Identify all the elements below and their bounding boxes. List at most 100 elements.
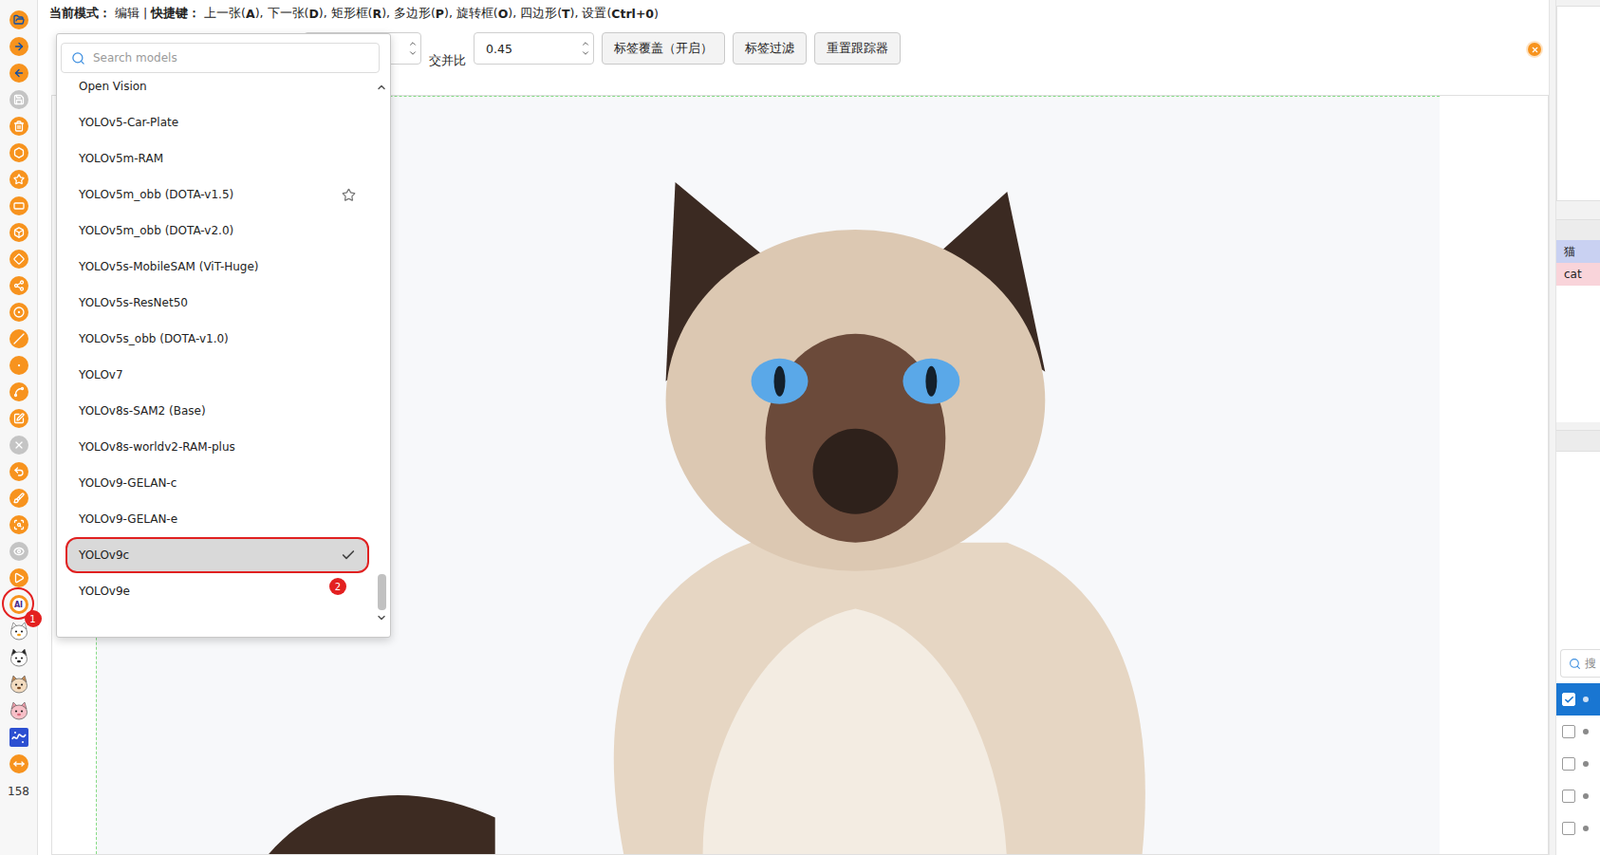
tool-button[interactable] [0,325,38,353]
model-item[interactable]: YOLOv9c2 [65,537,370,574]
model-item[interactable]: YOLOv8s-SAM2 (Base) [65,392,370,429]
label-item[interactable]: cat [1556,262,1600,286]
tool-button[interactable] [0,564,38,592]
spin-down-icon[interactable] [408,48,418,58]
splitter[interactable] [1548,0,1557,855]
tool-round[interactable] [9,302,29,322]
tool-round[interactable] [9,462,29,482]
tool-icon[interactable] [13,93,25,106]
tool-button[interactable] [0,750,38,778]
shape-row[interactable] [1556,780,1600,813]
model-item[interactable]: YOLOv9-GELAN-c [65,465,370,502]
tool-button[interactable] [0,112,38,140]
shape-checkbox[interactable] [1562,692,1576,707]
tool-round[interactable]: AI [9,595,29,614]
cat-icon[interactable] [8,647,30,669]
tool-round[interactable] [9,37,29,56]
option-button[interactable]: 标签过滤 [732,32,807,65]
tool-button[interactable] [0,538,38,565]
tool-button[interactable] [0,86,38,113]
tool-round[interactable] [9,276,29,296]
tool-icon[interactable] [13,492,25,504]
tool-round[interactable] [9,541,29,561]
star-icon[interactable] [341,187,356,203]
pig-icon[interactable] [8,700,30,722]
tool-button[interactable] [0,644,38,671]
tool-button[interactable] [0,352,38,379]
tool-button[interactable] [0,6,38,34]
tool-icon[interactable] [13,253,25,265]
tool-icon[interactable] [13,333,25,345]
tool-button[interactable] [0,697,38,725]
spin-up-icon[interactable] [580,38,591,49]
tool-icon[interactable] [13,67,25,79]
tool-round[interactable] [9,249,29,269]
tool-round[interactable] [9,754,29,774]
tool-round[interactable] [9,409,29,428]
tool-button[interactable] [0,272,38,299]
label-item[interactable]: 猫 [1556,240,1600,263]
option-button[interactable]: 重置跟踪器 [814,32,901,65]
tool-button[interactable] [0,166,38,193]
tool-round[interactable] [9,169,29,189]
tool-icon[interactable] [13,40,25,53]
tool-button[interactable] [0,670,38,698]
ai-tool-label[interactable]: AI [12,597,26,612]
model-item[interactable]: YOLOv9-GELAN-e [65,501,370,538]
tool-button[interactable] [0,298,38,326]
shape-row[interactable] [1556,715,1600,748]
model-search[interactable]: Search models [60,42,380,74]
tool-round[interactable] [9,515,29,535]
scroll-thumb[interactable] [377,574,387,611]
shape-search[interactable]: 搜 [1560,649,1600,678]
model-scrollbar[interactable] [372,75,391,624]
shape-checkbox[interactable] [1562,789,1576,803]
tool-icon[interactable] [13,173,25,186]
tool-round[interactable] [9,223,29,242]
option-button[interactable]: 标签覆盖（开启） [601,32,726,65]
model-item[interactable]: YOLOv9e [65,573,370,610]
tool-icon[interactable] [13,572,25,584]
tool-button[interactable] [0,724,38,751]
tool-button[interactable] [0,245,38,273]
model-item[interactable]: YOLOv7 [65,356,370,393]
spin-down-icon[interactable] [580,48,591,58]
tool-round[interactable] [9,143,29,163]
tool-icon[interactable] [13,14,25,26]
tool-icon[interactable] [13,226,25,239]
tool-round[interactable] [9,63,29,83]
tool-button[interactable] [0,484,38,512]
tool-button[interactable] [0,59,38,87]
tool-icon[interactable] [13,439,25,451]
tool-icon[interactable] [13,519,25,531]
model-item[interactable]: YOLOv5s-MobileSAM (ViT-Huge) [65,248,370,285]
close-button[interactable] [1527,42,1542,56]
tool-round[interactable] [9,435,29,455]
model-item[interactable]: YOLOv5-Car-Plate [65,104,370,141]
tool-icon[interactable] [13,200,25,212]
tool-button[interactable] [0,192,38,220]
tool-button[interactable] [0,378,38,406]
tool-button[interactable] [0,33,38,60]
tool-icon[interactable] [13,386,25,398]
tool-icon[interactable] [13,758,25,770]
tool-icon[interactable] [13,306,25,318]
tool-button[interactable]: AI1 [0,591,38,618]
shape-row[interactable] [1556,812,1600,845]
tool-round[interactable] [9,355,29,375]
model-item[interactable]: YOLOv5m_obb (DOTA-v2.0) [65,212,370,249]
tool-icon[interactable] [13,465,25,478]
iou-spinbox[interactable]: 0.45 [473,32,595,65]
tool-round[interactable] [9,196,29,216]
model-item[interactable]: YOLOv5s-ResNet50 [65,284,370,321]
model-item[interactable]: Open Vision [65,75,370,105]
tool-icon[interactable] [13,147,25,159]
tool-button[interactable] [0,405,38,432]
model-item[interactable]: YOLOv8s-worldv2-RAM-plus [65,428,370,466]
shape-checkbox[interactable] [1562,725,1576,739]
close-icon[interactable] [1530,45,1540,55]
shape-row[interactable] [1556,683,1600,716]
tool-round[interactable] [9,10,29,30]
tool-icon[interactable] [13,545,25,558]
tool-round[interactable] [9,116,29,136]
